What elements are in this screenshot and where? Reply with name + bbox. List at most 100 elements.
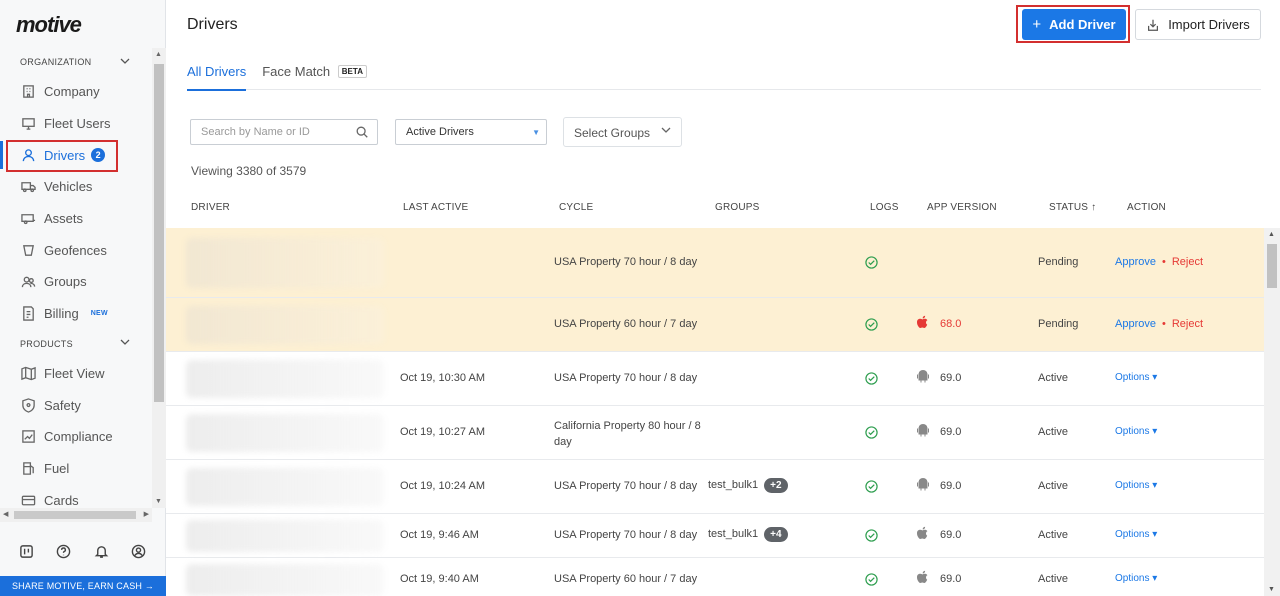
table-row[interactable]: Oct 19, 10:24 AM USA Property 70 hour / …	[166, 460, 1264, 514]
redacted-driver-name	[186, 520, 384, 552]
marketplace-icon[interactable]	[19, 544, 35, 560]
tab-label: Face Match	[262, 64, 331, 79]
col-app-version[interactable]: APP VERSION	[927, 202, 997, 213]
col-logs[interactable]: LOGS	[870, 202, 899, 213]
col-status[interactable]: STATUS ↑	[1049, 202, 1096, 213]
bell-icon[interactable]	[94, 544, 110, 560]
chevron-down-icon	[120, 56, 130, 69]
action-cell: Approve • Reject	[1115, 318, 1204, 330]
driver-status-value: Active Drivers	[406, 126, 474, 138]
table-row[interactable]: Oct 19, 9:46 AM USA Property 70 hour / 8…	[166, 514, 1264, 558]
table-row[interactable]: Oct 19, 10:30 AM USA Property 70 hour / …	[166, 352, 1264, 406]
sidebar-item-label: Fleet Users	[44, 116, 111, 132]
redacted-driver-name	[186, 564, 384, 596]
sidebar-horizontal-scrollbar[interactable]: ◀ ▶	[0, 508, 152, 522]
tabs-bar: All Drivers Face Match BETA	[187, 56, 1261, 91]
share-motive-banner[interactable]: SHARE MOTIVE, EARN CASH →	[0, 576, 166, 596]
section-products[interactable]: PRODUCTS	[0, 330, 152, 358]
check-circle-icon	[865, 372, 878, 385]
chevron-down-icon	[661, 125, 671, 138]
sidebar-item-safety[interactable]: Safety	[0, 389, 152, 421]
driver-status-select[interactable]: Active Drivers ▼	[395, 119, 547, 145]
approve-link[interactable]: Approve	[1115, 318, 1156, 330]
help-icon[interactable]	[56, 544, 72, 560]
table-scroll-thumb[interactable]	[1267, 244, 1277, 288]
tab-all-drivers[interactable]: All Drivers	[187, 56, 247, 91]
cycle-cell: California Property 80 hour / 8 day	[554, 420, 701, 448]
options-dropdown[interactable]: Options ▾	[1115, 529, 1157, 540]
sidebar-item-label: Assets	[44, 211, 84, 227]
cycle-cell: USA Property 60 hour / 7 day	[554, 573, 698, 585]
more-groups-badge[interactable]: +2	[764, 478, 788, 493]
options-dropdown[interactable]: Options ▾	[1115, 372, 1157, 383]
sidebar: motive ORGANIZATION Company Fleet Users …	[0, 0, 166, 596]
account-icon[interactable]	[131, 544, 147, 560]
app-version-cell: 69.0	[940, 426, 962, 438]
status-cell: Active	[1038, 480, 1068, 492]
app-version-cell: 69.0	[940, 480, 962, 492]
more-groups-badge[interactable]: +4	[764, 527, 788, 542]
import-drivers-button[interactable]: Import Drivers	[1135, 9, 1261, 40]
groups-cell: test_bulk1 +4	[708, 527, 788, 542]
sidebar-item-company[interactable]: Company	[0, 76, 152, 108]
section-label: ORGANIZATION	[20, 57, 92, 67]
sidebar-item-cards[interactable]: Cards	[0, 484, 152, 508]
col-last-active[interactable]: LAST ACTIVE	[403, 202, 468, 213]
sidebar-item-label: Safety	[44, 397, 81, 413]
sidebar-item-billing[interactable]: Billing NEW	[0, 298, 152, 330]
reject-link[interactable]: Reject	[1172, 256, 1203, 268]
sidebar-item-assets[interactable]: Assets	[0, 203, 152, 235]
sidebar-item-drivers[interactable]: Drivers 2	[0, 139, 152, 171]
col-action[interactable]: ACTION	[1127, 202, 1166, 213]
sidebar-item-label: Groups	[44, 274, 87, 290]
cycle-cell: USA Property 70 hour / 8 day	[554, 480, 698, 492]
col-cycle[interactable]: CYCLE	[559, 202, 593, 213]
sidebar-item-groups[interactable]: Groups	[0, 266, 152, 298]
approve-link[interactable]: Approve	[1115, 256, 1156, 268]
options-dropdown[interactable]: Options ▾	[1115, 573, 1157, 584]
table-row[interactable]: USA Property 70 hour / 8 day Pending App…	[166, 228, 1264, 298]
table-scrollbar[interactable]: ▲ ▼	[1264, 228, 1280, 596]
truck-icon	[20, 179, 36, 195]
cycle-cell: USA Property 70 hour / 8 day	[554, 529, 698, 541]
sidebar-item-fleet-view[interactable]: Fleet View	[0, 358, 152, 390]
sidebar-hscroll-thumb[interactable]	[14, 511, 136, 519]
motive-logo[interactable]: motive	[16, 12, 82, 38]
tab-face-match[interactable]: Face Match BETA	[262, 56, 367, 90]
sidebar-item-compliance[interactable]: Compliance	[0, 421, 152, 453]
app-version-cell: 69.0	[940, 372, 962, 384]
apple-icon	[915, 525, 931, 541]
check-circle-icon	[865, 318, 878, 331]
reject-link[interactable]: Reject	[1172, 318, 1203, 330]
last-active-cell: Oct 19, 9:46 AM	[400, 529, 479, 541]
search-input[interactable]: Search by Name or ID	[190, 119, 378, 145]
beta-badge: BETA	[337, 65, 367, 78]
sidebar-item-fuel[interactable]: Fuel	[0, 453, 152, 485]
redacted-driver-name	[186, 414, 384, 452]
table-row[interactable]: Oct 19, 10:27 AM California Property 80 …	[166, 406, 1264, 460]
sidebar-scrollbar[interactable]: ▲ ▼	[152, 48, 166, 508]
app-version-cell: 69.0	[940, 573, 962, 585]
import-drivers-label: Import Drivers	[1168, 17, 1250, 32]
groups-select[interactable]: Select Groups	[563, 117, 682, 147]
caret-down-icon: ▼	[532, 128, 540, 137]
options-dropdown[interactable]: Options ▾	[1115, 480, 1157, 491]
sidebar-item-geofences[interactable]: Geofences	[0, 234, 152, 266]
monitor-icon	[20, 116, 36, 132]
sidebar-item-vehicles[interactable]: Vehicles	[0, 171, 152, 203]
col-groups[interactable]: GROUPS	[715, 202, 760, 213]
last-active-cell: Oct 19, 10:30 AM	[400, 372, 485, 384]
sidebar-item-fleet-users[interactable]: Fleet Users	[0, 108, 152, 140]
table-row[interactable]: Oct 19, 9:40 AM USA Property 60 hour / 7…	[166, 558, 1264, 596]
sidebar-item-label: Drivers	[44, 147, 86, 163]
table-row[interactable]: USA Property 60 hour / 7 day 68.0 Pendin…	[166, 298, 1264, 352]
add-driver-button[interactable]: + Add Driver	[1022, 9, 1126, 40]
options-dropdown[interactable]: Options ▾	[1115, 426, 1157, 437]
groups-cell: test_bulk1 +2	[708, 478, 788, 493]
cycle-cell: USA Property 70 hour / 8 day	[554, 256, 698, 268]
redacted-driver-name	[186, 360, 384, 398]
section-organization[interactable]: ORGANIZATION	[0, 48, 152, 76]
sidebar-scroll-thumb[interactable]	[154, 64, 164, 402]
search-icon	[356, 126, 368, 138]
col-driver[interactable]: DRIVER	[191, 202, 230, 213]
